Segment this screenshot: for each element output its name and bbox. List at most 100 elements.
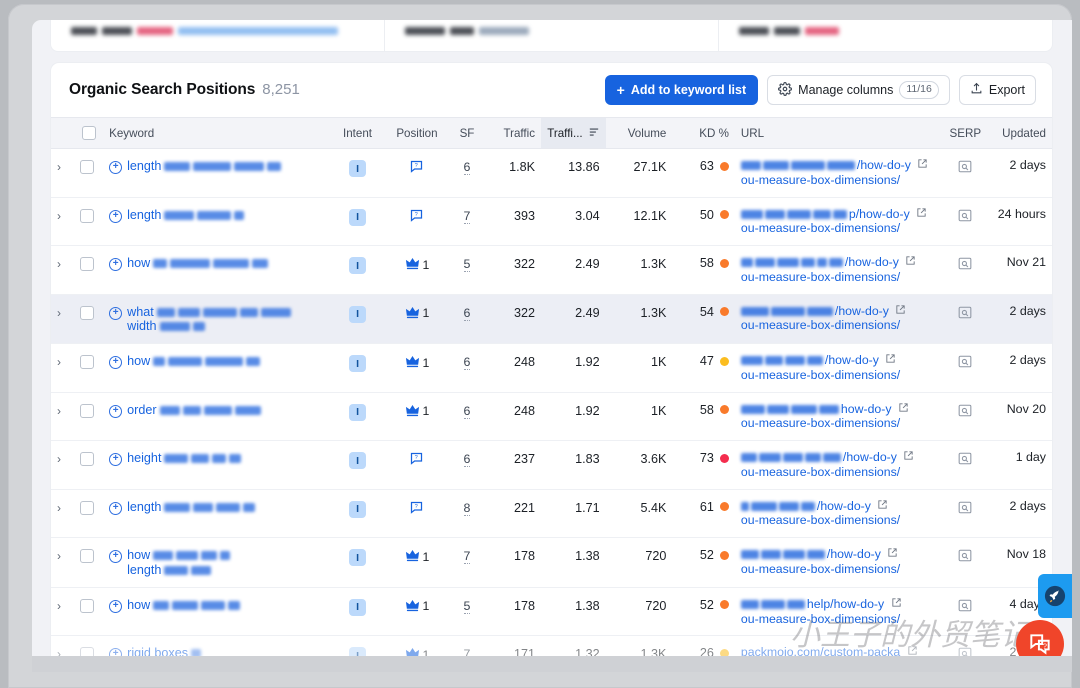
- select-all-checkbox[interactable]: [82, 126, 96, 140]
- chevron-right-icon[interactable]: ›: [57, 207, 61, 223]
- table-row[interactable]: › + length I ? 6 1.8K 13.86 27.1K: [51, 149, 1052, 198]
- url-cell[interactable]: how-do-y ou-measure-box-dimensions/: [735, 392, 944, 441]
- sf-cell[interactable]: 6: [449, 149, 484, 198]
- serp-preview-icon[interactable]: [949, 402, 981, 417]
- serp-cell[interactable]: [943, 489, 987, 538]
- add-keyword-icon[interactable]: +: [109, 550, 122, 563]
- row-select-cell[interactable]: [74, 344, 103, 393]
- th-traffic-percent[interactable]: Traffi...: [541, 118, 606, 149]
- serp-cell[interactable]: [943, 294, 987, 344]
- row-expand-cell[interactable]: ›: [51, 441, 74, 490]
- row-checkbox[interactable]: [80, 599, 94, 613]
- table-row[interactable]: › + how length I 1 7 178 1.38 720: [51, 538, 1052, 588]
- sf-cell[interactable]: 5: [449, 246, 484, 295]
- url-cell[interactable]: /how-do-y ou-measure-box-dimensions/: [735, 441, 944, 490]
- th-updated[interactable]: Updated: [987, 118, 1052, 149]
- serp-preview-icon[interactable]: [949, 304, 981, 319]
- external-link-icon[interactable]: [917, 160, 928, 172]
- th-select-all[interactable]: [74, 118, 103, 149]
- chevron-right-icon[interactable]: ›: [57, 547, 61, 563]
- table-row[interactable]: › + how I 1 5 322 2.49 1.3K: [51, 246, 1052, 295]
- external-link-icon[interactable]: [877, 501, 888, 513]
- serp-preview-icon[interactable]: [949, 158, 981, 173]
- chevron-right-icon[interactable]: ›: [57, 353, 61, 369]
- keyword-cell[interactable]: + length: [103, 197, 330, 246]
- table-row[interactable]: › + what width I 1 6 322 2.49 1.3K: [51, 294, 1052, 344]
- th-intent[interactable]: Intent: [330, 118, 384, 149]
- external-link-icon[interactable]: [895, 306, 906, 318]
- url-cell[interactable]: help/how-do-y ou-measure-box-dimensions/: [735, 587, 944, 636]
- th-serp[interactable]: SERP: [943, 118, 987, 149]
- table-row[interactable]: › + order I 1 6 248 1.92 1K: [51, 392, 1052, 441]
- row-select-cell[interactable]: [74, 197, 103, 246]
- serp-cell[interactable]: [943, 392, 987, 441]
- url-cell[interactable]: /how-do-y ou-measure-box-dimensions/: [735, 538, 944, 588]
- row-select-cell[interactable]: [74, 538, 103, 588]
- chevron-right-icon[interactable]: ›: [57, 255, 61, 271]
- external-link-icon[interactable]: [885, 355, 896, 367]
- add-keyword-icon[interactable]: +: [109, 307, 122, 320]
- keyword-cell[interactable]: + height: [103, 441, 330, 490]
- row-expand-cell[interactable]: ›: [51, 344, 74, 393]
- row-checkbox[interactable]: [80, 306, 94, 320]
- th-url[interactable]: URL: [735, 118, 944, 149]
- url-cell[interactable]: /how-do-y ou-measure-box-dimensions/: [735, 344, 944, 393]
- sf-cell[interactable]: 8: [449, 489, 484, 538]
- serp-preview-icon[interactable]: [949, 207, 981, 222]
- th-kd[interactable]: KD %: [672, 118, 735, 149]
- row-checkbox[interactable]: [80, 549, 94, 563]
- serp-preview-icon[interactable]: [949, 547, 981, 562]
- keyword-cell[interactable]: + length: [103, 149, 330, 198]
- keyword-cell[interactable]: + what width: [103, 294, 330, 344]
- th-position[interactable]: Position: [385, 118, 450, 149]
- serp-cell[interactable]: [943, 149, 987, 198]
- sf-cell[interactable]: 7: [449, 197, 484, 246]
- manage-columns-button[interactable]: Manage columns 11/16: [767, 75, 950, 105]
- chevron-right-icon[interactable]: ›: [57, 402, 61, 418]
- sf-cell[interactable]: 7: [449, 538, 484, 588]
- row-expand-cell[interactable]: ›: [51, 489, 74, 538]
- th-sf[interactable]: SF: [449, 118, 484, 149]
- chevron-right-icon[interactable]: ›: [57, 304, 61, 320]
- sort-descending-icon[interactable]: [588, 126, 600, 141]
- row-select-cell[interactable]: [74, 294, 103, 344]
- th-traffic[interactable]: Traffic: [485, 118, 541, 149]
- row-select-cell[interactable]: [74, 246, 103, 295]
- url-cell[interactable]: /how-do-y ou-measure-box-dimensions/: [735, 294, 944, 344]
- row-checkbox[interactable]: [80, 355, 94, 369]
- add-keyword-icon[interactable]: +: [109, 210, 122, 223]
- row-checkbox[interactable]: [80, 257, 94, 271]
- row-expand-cell[interactable]: ›: [51, 587, 74, 636]
- chevron-right-icon[interactable]: ›: [57, 597, 61, 613]
- external-link-icon[interactable]: [905, 257, 916, 269]
- row-select-cell[interactable]: [74, 489, 103, 538]
- sf-cell[interactable]: 6: [449, 441, 484, 490]
- row-select-cell[interactable]: [74, 392, 103, 441]
- url-cell[interactable]: /how-do-y ou-measure-box-dimensions/: [735, 489, 944, 538]
- keyword-cell[interactable]: + how: [103, 344, 330, 393]
- add-keyword-icon[interactable]: +: [109, 502, 122, 515]
- row-checkbox[interactable]: [80, 160, 94, 174]
- url-cell[interactable]: /how-do-y ou-measure-box-dimensions/: [735, 149, 944, 198]
- add-keyword-icon[interactable]: +: [109, 405, 122, 418]
- row-select-cell[interactable]: [74, 441, 103, 490]
- table-row[interactable]: › + how I 1 6 248 1.92 1K: [51, 344, 1052, 393]
- add-keyword-icon[interactable]: +: [109, 600, 122, 613]
- external-link-icon[interactable]: [916, 209, 927, 221]
- serp-cell[interactable]: [943, 344, 987, 393]
- row-expand-cell[interactable]: ›: [51, 392, 74, 441]
- row-checkbox[interactable]: [80, 452, 94, 466]
- sf-cell[interactable]: 6: [449, 392, 484, 441]
- keyword-cell[interactable]: + how length: [103, 538, 330, 588]
- serp-cell[interactable]: [943, 246, 987, 295]
- external-link-icon[interactable]: [887, 549, 898, 561]
- keyword-cell[interactable]: + how: [103, 587, 330, 636]
- serp-cell[interactable]: [943, 538, 987, 588]
- row-expand-cell[interactable]: ›: [51, 246, 74, 295]
- chevron-right-icon[interactable]: ›: [57, 499, 61, 515]
- row-expand-cell[interactable]: ›: [51, 197, 74, 246]
- sf-cell[interactable]: 6: [449, 344, 484, 393]
- serp-preview-icon[interactable]: [949, 255, 981, 270]
- row-checkbox[interactable]: [80, 404, 94, 418]
- add-keyword-icon[interactable]: +: [109, 356, 122, 369]
